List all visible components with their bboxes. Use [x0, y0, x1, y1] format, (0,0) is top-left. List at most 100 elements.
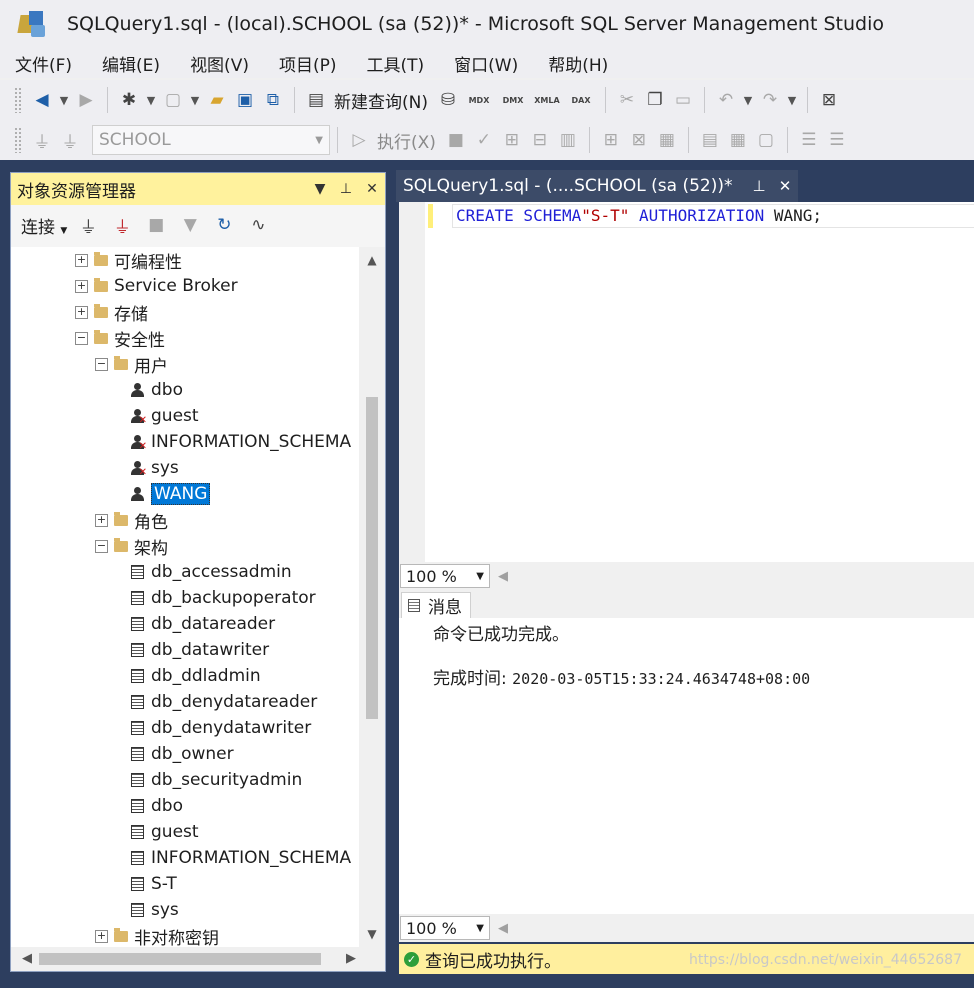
undo-icon[interactable]: ↶ [712, 86, 740, 114]
paste-icon[interactable]: ▭ [669, 86, 697, 114]
new-project-dropdown-icon[interactable]: ▼ [143, 86, 159, 114]
collapse-icon[interactable]: − [75, 331, 88, 345]
tree-item[interactable]: db_datareader [131, 611, 275, 637]
tree-item[interactable]: db_securityadmin [131, 767, 302, 793]
results-zoom-select[interactable]: 100 % ▼ [400, 916, 490, 940]
tree-item[interactable]: db_denydatareader [131, 689, 317, 715]
tree-item[interactable]: db_owner [131, 741, 234, 767]
tree-item[interactable]: INFORMATION_SCHEMA [131, 845, 351, 871]
tree-item[interactable]: − 架构 [95, 533, 168, 559]
add-item-dropdown-icon[interactable]: ▼ [187, 86, 203, 114]
code-line[interactable]: CREATE SCHEMA"S-T" AUTHORIZATION WANG; [452, 204, 974, 228]
toolbar-grip[interactable] [14, 87, 22, 113]
add-item-icon[interactable]: ▢ [159, 86, 187, 114]
panel-menu-icon[interactable]: ▼ [307, 181, 333, 197]
new-project-icon[interactable]: ✱ [115, 86, 143, 114]
query-designer-icon[interactable]: ⊟ [526, 126, 554, 154]
tree-item[interactable]: WANG [131, 481, 211, 507]
comment-icon[interactable]: ☰ [795, 126, 823, 154]
menu-file[interactable]: 文件(F) [0, 51, 87, 76]
tab-sqlquery1[interactable]: SQLQuery1.sql - (....SCHOOL (sa (52))* ⊥… [396, 170, 798, 202]
menu-tools[interactable]: 工具(T) [352, 51, 440, 76]
scroll-down-icon[interactable]: ▼ [359, 921, 385, 947]
refresh-icon[interactable]: ↻ [207, 211, 241, 239]
tree-item[interactable]: db_ddladmin [131, 663, 261, 689]
uncomment-icon[interactable]: ☰ [823, 126, 851, 154]
dax-query-icon[interactable]: DAX [564, 86, 598, 114]
tree-item[interactable]: dbo [131, 377, 183, 403]
tree-item[interactable]: + 存储 [75, 299, 148, 325]
menu-window[interactable]: 窗口(W) [439, 51, 533, 76]
toolbar-grip[interactable] [14, 127, 22, 153]
execute-button[interactable]: 执行(X) [377, 128, 436, 153]
menu-edit[interactable]: 编辑(E) [87, 51, 175, 76]
execute-icon[interactable]: ▷ [345, 126, 373, 154]
tree-item[interactable]: guest [131, 819, 199, 845]
menu-view[interactable]: 视图(V) [175, 51, 264, 76]
editor-zoom-select[interactable]: 100 % ▼ [400, 564, 490, 588]
back-icon[interactable]: ◀ [28, 86, 56, 114]
database-select[interactable]: SCHOOL ▼ [92, 125, 330, 155]
db-engine-query-icon[interactable]: ⛁ [434, 86, 462, 114]
scroll-left-icon[interactable]: ◀ [498, 569, 508, 584]
tree-item[interactable]: db_datawriter [131, 637, 269, 663]
pin-icon[interactable]: ⊥ [333, 181, 359, 197]
scroll-thumb[interactable] [39, 953, 321, 965]
tab-messages[interactable]: 消息 [401, 592, 471, 618]
tree-item[interactable]: + 角色 [95, 507, 168, 533]
activity-monitor-icon[interactable]: ⊠ [815, 86, 843, 114]
forward-icon[interactable]: ▶ [72, 86, 100, 114]
expand-icon[interactable]: + [75, 305, 88, 319]
activity-monitor-icon[interactable]: ∿ [241, 211, 275, 239]
client-stats-icon[interactable]: ▦ [653, 126, 681, 154]
disconnect-icon[interactable]: ⏚ [105, 211, 139, 239]
tree-item[interactable]: db_accessadmin [131, 559, 292, 585]
results-to-text-icon[interactable]: ▤ [696, 126, 724, 154]
cut-icon[interactable]: ✂ [613, 86, 641, 114]
tree-item[interactable]: + 可编程性 [75, 247, 182, 273]
tree-item[interactable]: sys [131, 897, 179, 923]
results-to-file-icon[interactable]: ▢ [752, 126, 780, 154]
connect-dropdown[interactable]: 连接 ▼ [21, 213, 67, 238]
back-dropdown-icon[interactable]: ▼ [56, 86, 72, 114]
include-plan-icon[interactable]: ⊞ [597, 126, 625, 154]
save-icon[interactable]: ▣ [231, 86, 259, 114]
xmla-query-icon[interactable]: XMLA [530, 86, 564, 114]
scroll-thumb[interactable] [366, 397, 378, 719]
scroll-left-icon[interactable]: ◀ [15, 947, 39, 971]
tree-vertical-scrollbar[interactable]: ▲ ▼ [359, 247, 385, 947]
tree-item[interactable]: + Service Broker [75, 273, 238, 299]
tree-item[interactable]: S-T [131, 871, 177, 897]
expand-icon[interactable]: + [95, 513, 108, 527]
stop-icon[interactable]: ■ [442, 126, 470, 154]
mdx-query-icon[interactable]: MDX [462, 86, 496, 114]
tree-item[interactable]: ✕ guest [131, 403, 199, 429]
connect-icon[interactable]: ⏚ [28, 126, 56, 154]
new-query-button[interactable]: 新建查询(N) [334, 88, 428, 113]
tree-item[interactable]: dbo [131, 793, 183, 819]
tree-item[interactable]: + 非对称密钥 [95, 923, 219, 947]
scroll-left-icon[interactable]: ◀ [498, 921, 508, 936]
new-query-icon[interactable]: ▤ [302, 86, 330, 114]
tree-item[interactable]: ✕ sys [131, 455, 179, 481]
close-tab-icon[interactable]: ✕ [772, 177, 798, 195]
save-all-icon[interactable]: ⧉ [259, 86, 287, 114]
scroll-up-icon[interactable]: ▲ [359, 247, 385, 273]
menu-help[interactable]: 帮助(H) [533, 51, 623, 76]
live-stats-icon[interactable]: ⊠ [625, 126, 653, 154]
close-icon[interactable]: ✕ [359, 181, 385, 197]
pin-icon[interactable]: ⊥ [746, 177, 772, 195]
tree-item[interactable]: db_denydatawriter [131, 715, 311, 741]
menu-project[interactable]: 项目(P) [264, 51, 352, 76]
connect-plug-icon[interactable]: ⏚ [71, 211, 105, 239]
dmx-query-icon[interactable]: DMX [496, 86, 530, 114]
collapse-icon[interactable]: − [95, 539, 108, 553]
intellisense-icon[interactable]: ▥ [554, 126, 582, 154]
tree-item[interactable]: − 安全性 [75, 325, 165, 351]
open-file-icon[interactable]: ▰ [203, 86, 231, 114]
copy-icon[interactable]: ❐ [641, 86, 669, 114]
scroll-right-icon[interactable]: ▶ [339, 947, 363, 971]
expand-icon[interactable]: + [75, 253, 88, 267]
estimated-plan-icon[interactable]: ⊞ [498, 126, 526, 154]
redo-icon[interactable]: ↷ [756, 86, 784, 114]
